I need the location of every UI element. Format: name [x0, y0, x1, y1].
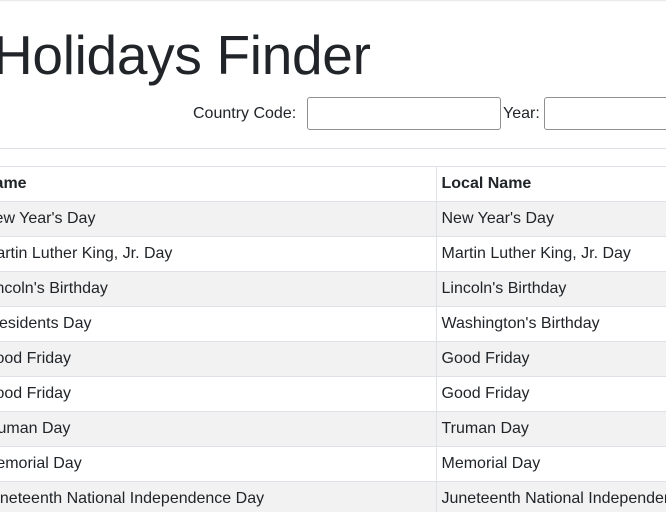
table-header: Name Local Name — [0, 166, 666, 202]
local-name-cell: New Year's Day — [435, 201, 666, 237]
table-row: Juneteenth National Independence Day Jun… — [0, 481, 666, 512]
holidays-table: Name Local Name New Year's Day New Year'… — [0, 166, 666, 512]
name-cell: New Year's Day — [0, 201, 436, 237]
name-cell: Martin Luther King, Jr. Day — [0, 236, 436, 272]
table-row: Martin Luther King, Jr. Day Martin Luthe… — [0, 236, 666, 272]
local-name-cell: Juneteenth National Independence Day — [435, 481, 666, 512]
page-title: Holidays Finder — [0, 24, 371, 86]
table-row: Memorial Day Memorial Day — [0, 446, 666, 482]
name-cell: Lincoln's Birthday — [0, 271, 436, 307]
local-name-cell: Memorial Day — [435, 446, 666, 482]
year-input[interactable] — [544, 97, 666, 130]
divider — [0, 148, 666, 149]
column-header-name: Name — [0, 166, 436, 202]
year-label: Year: — [503, 105, 540, 122]
table-header-row: Name Local Name — [0, 166, 666, 202]
country-code-input[interactable] — [307, 97, 501, 130]
name-cell: Good Friday — [0, 376, 436, 412]
local-name-cell: Washington's Birthday — [435, 306, 666, 342]
top-edge-shadow — [0, 0, 666, 2]
local-name-cell: Good Friday — [435, 376, 666, 412]
name-cell: Juneteenth National Independence Day — [0, 481, 436, 512]
table-row: Lincoln's Birthday Lincoln's Birthday — [0, 271, 666, 307]
table-row: Truman Day Truman Day — [0, 411, 666, 447]
local-name-cell: Lincoln's Birthday — [435, 271, 666, 307]
table-row: New Year's Day New Year's Day — [0, 201, 666, 237]
country-code-label: Country Code: — [193, 105, 297, 122]
name-cell: Presidents Day — [0, 306, 436, 342]
local-name-cell: Good Friday — [435, 341, 666, 377]
page: Holidays Finder Country Code: Year: Name… — [0, 0, 666, 512]
table-row: Good Friday Good Friday — [0, 341, 666, 377]
name-cell: Good Friday — [0, 341, 436, 377]
name-cell: Truman Day — [0, 411, 436, 447]
column-header-local-name: Local Name — [435, 166, 666, 202]
name-cell: Memorial Day — [0, 446, 436, 482]
local-name-cell: Martin Luther King, Jr. Day — [435, 236, 666, 272]
table-row: Good Friday Good Friday — [0, 376, 666, 412]
search-form: Country Code: Year: — [0, 97, 666, 130]
local-name-cell: Truman Day — [435, 411, 666, 447]
table-row: Presidents Day Washington's Birthday — [0, 306, 666, 342]
table-body: New Year's Day New Year's Day Martin Lut… — [0, 201, 666, 512]
